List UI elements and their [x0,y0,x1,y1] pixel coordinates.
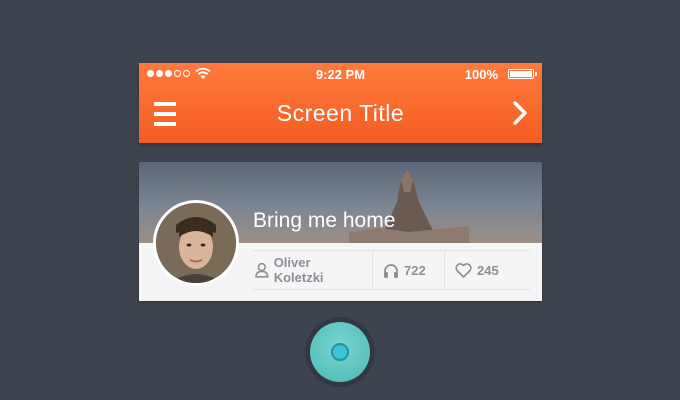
heart-icon [455,262,472,278]
status-bar: 9:22 PM 100% [139,63,542,85]
headphones-icon [384,263,398,278]
avatar[interactable] [153,200,239,286]
track-title: Bring me home [253,209,396,232]
like-button[interactable]: 245 [444,251,530,289]
battery-icon [508,69,537,79]
chevron-right-icon[interactable] [512,100,528,126]
home-button[interactable] [305,317,375,387]
author-name: Oliver Koletzki [273,255,324,285]
listens-count-button[interactable]: 722 [372,251,444,289]
track-card[interactable]: Bring me home Oliver Koletzki 722 245 [139,162,542,301]
likes-count: 245 [477,262,499,278]
user-icon [255,262,269,278]
listens-count: 722 [404,262,426,278]
app-header: 9:22 PM 100% Screen Title [139,63,542,143]
portrait-image [156,203,236,283]
home-button-icon [331,343,349,361]
battery-percent: 100% [464,67,498,82]
author-link[interactable]: Oliver Koletzki [253,251,372,289]
navigation-bar: Screen Title [139,85,542,143]
track-meta: Oliver Koletzki 722 245 [253,250,530,290]
home-button-face [310,322,370,382]
screen-title: Screen Title [276,100,405,126]
